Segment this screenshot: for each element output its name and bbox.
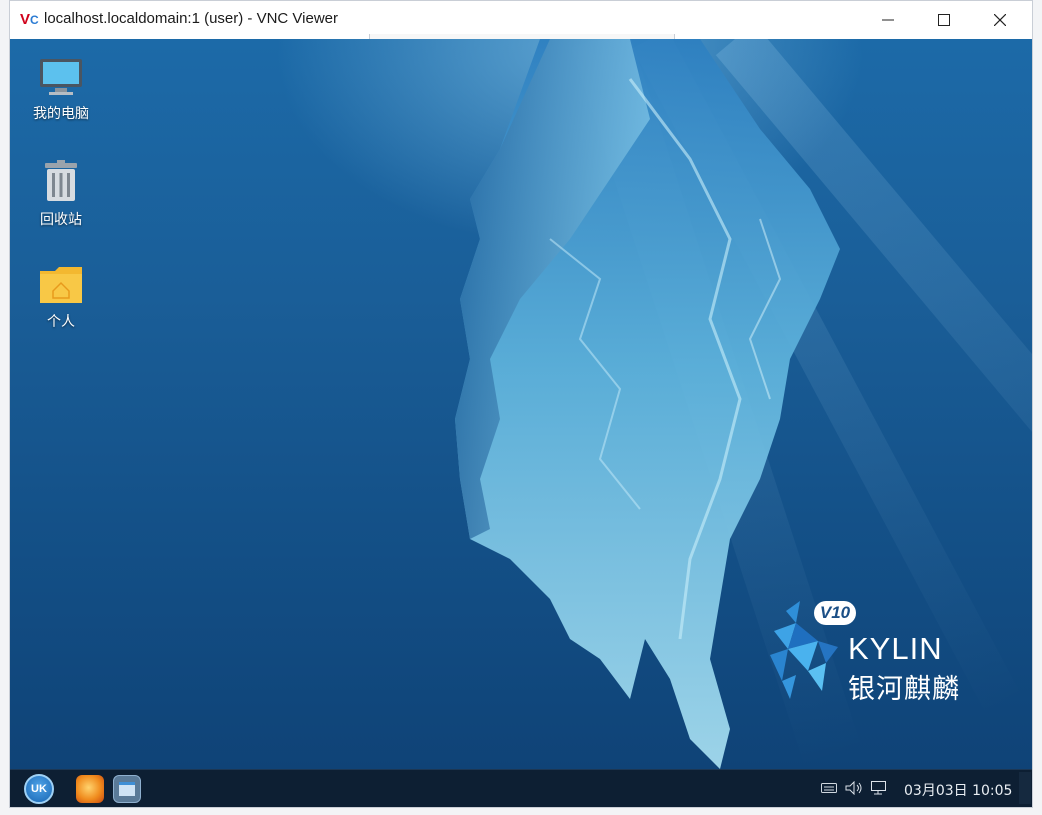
maximize-icon (938, 14, 950, 26)
brand-name-cn: 银河麒麟 (848, 674, 960, 705)
version-badge: V10 (814, 601, 856, 625)
vnc-viewer-window: VC localhost.localdomain:1 (user) - VNC … (9, 0, 1033, 808)
close-button[interactable] (977, 1, 1023, 39)
file-manager-icon[interactable] (113, 775, 141, 803)
network-icon[interactable] (871, 779, 889, 797)
taskbar: UK 03月03日 10:05 (10, 769, 1032, 807)
trash-icon (45, 160, 77, 201)
home-folder-icon (40, 267, 82, 303)
brand-name: KYLIN (848, 631, 943, 666)
show-desktop-button[interactable] (1019, 772, 1031, 804)
keyboard-icon[interactable] (820, 779, 838, 797)
kylin-desktop[interactable]: 我的电脑 回收站 个人 V10 KYLIN 银河麒麟 (10, 39, 1032, 769)
vnc-logo-icon: VC (20, 11, 39, 28)
minimize-button[interactable] (865, 1, 911, 39)
file-manager-glyph (119, 782, 135, 796)
clock[interactable]: 03月03日 10:05 (904, 780, 1012, 800)
desktop-icon-label: 回收站 (40, 212, 82, 228)
window-titlebar[interactable]: VC localhost.localdomain:1 (user) - VNC … (10, 1, 1032, 41)
minimize-icon (882, 19, 894, 21)
desktop-icon-home[interactable]: 个人 (16, 263, 106, 331)
start-menu-button[interactable]: UK (24, 774, 54, 804)
window-title: localhost.localdomain:1 (user) - VNC Vie… (44, 10, 339, 27)
desktop-icon-trash[interactable]: 回收站 (16, 159, 106, 229)
maximize-button[interactable] (921, 1, 967, 39)
desktop-icon-label: 我的电脑 (33, 106, 89, 122)
desktop-icon-label: 个人 (47, 314, 75, 330)
volume-icon[interactable] (845, 779, 863, 797)
firefox-icon[interactable] (76, 775, 104, 803)
close-icon (994, 14, 1006, 26)
computer-icon (40, 59, 82, 95)
desktop-icon-computer[interactable]: 我的电脑 (16, 57, 106, 123)
